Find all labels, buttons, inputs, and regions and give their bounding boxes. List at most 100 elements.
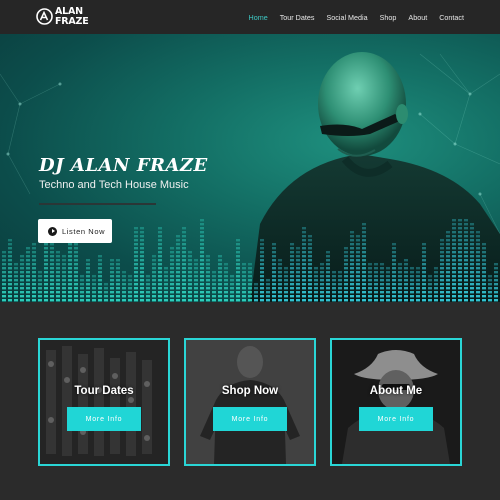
hero-title: DJ ALAN FRAZE — [39, 155, 208, 176]
equalizer-segment — [332, 279, 336, 282]
equalizer-segment — [410, 291, 414, 294]
equalizer-segment — [200, 267, 204, 270]
equalizer-segment — [86, 267, 90, 270]
equalizer-segment — [74, 295, 78, 298]
equalizer-segment — [458, 239, 462, 242]
equalizer-segment — [434, 295, 438, 298]
equalizer-segment — [200, 219, 204, 222]
equalizer-segment — [452, 283, 456, 286]
equalizer-segment — [236, 263, 240, 266]
equalizer-segment — [200, 291, 204, 294]
equalizer-segment — [68, 271, 72, 274]
equalizer-segment — [80, 275, 84, 278]
equalizer-segment — [26, 295, 30, 298]
equalizer-segment — [44, 259, 48, 262]
nav-item-contact[interactable]: Contact — [439, 13, 464, 22]
equalizer-segment — [26, 255, 30, 258]
equalizer-segment — [296, 247, 300, 250]
equalizer-segment — [140, 283, 144, 286]
equalizer-segment — [446, 231, 450, 234]
nav-item-shop[interactable]: Shop — [380, 13, 397, 22]
equalizer-segment — [464, 259, 468, 262]
equalizer-segment — [74, 243, 78, 246]
equalizer-segment — [32, 267, 36, 270]
equalizer-segment — [260, 283, 264, 286]
equalizer-segment — [146, 291, 150, 294]
equalizer-segment — [152, 295, 156, 298]
equalizer-segment — [62, 271, 66, 274]
equalizer-segment — [470, 227, 474, 230]
equalizer-segment — [296, 275, 300, 278]
equalizer-segment — [236, 247, 240, 250]
site-logo[interactable]: ALAN FRAZE — [36, 6, 89, 28]
equalizer-segment — [482, 251, 486, 254]
shop-now-more-info-button[interactable]: More Info — [213, 407, 287, 431]
equalizer-segment — [164, 295, 168, 298]
equalizer-segment — [86, 263, 90, 266]
equalizer-segment — [254, 291, 258, 294]
equalizer-segment — [470, 223, 474, 226]
play-circle-icon — [48, 226, 57, 236]
equalizer-segment — [260, 287, 264, 290]
equalizer-segment — [164, 291, 168, 294]
equalizer-segment — [68, 287, 72, 290]
equalizer-segment — [278, 279, 282, 282]
equalizer-segment — [32, 251, 36, 254]
equalizer-segment — [272, 287, 276, 290]
equalizer-segment — [350, 267, 354, 270]
equalizer-segment — [2, 255, 6, 258]
equalizer-segment — [92, 291, 96, 294]
equalizer-segment — [398, 275, 402, 278]
equalizer-segment — [308, 247, 312, 250]
about-me-more-info-button[interactable]: More Info — [359, 407, 433, 431]
nav-item-home[interactable]: Home — [249, 13, 268, 22]
equalizer-segment — [362, 259, 366, 262]
card-about-me[interactable]: About Me More Info — [330, 338, 462, 466]
equalizer-segment — [206, 283, 210, 286]
equalizer-segment — [344, 299, 348, 302]
equalizer-segment — [62, 275, 66, 278]
equalizer-segment — [32, 255, 36, 258]
tour-dates-more-info-button[interactable]: More Info — [67, 407, 141, 431]
card-tour-dates[interactable]: Tour Dates More Info — [38, 338, 170, 466]
equalizer-segment — [26, 259, 30, 262]
equalizer-segment — [32, 263, 36, 266]
equalizer-segment — [188, 267, 192, 270]
equalizer-segment — [104, 283, 108, 286]
equalizer-segment — [488, 283, 492, 286]
equalizer-segment — [308, 243, 312, 246]
nav-item-social-media[interactable]: Social Media — [326, 13, 367, 22]
equalizer-segment — [350, 239, 354, 242]
nav-item-tour-dates[interactable]: Tour Dates — [280, 13, 315, 22]
equalizer-segment — [290, 271, 294, 274]
equalizer-segment — [200, 235, 204, 238]
equalizer-segment — [200, 275, 204, 278]
equalizer-segment — [218, 291, 222, 294]
equalizer-segment — [218, 279, 222, 282]
equalizer-segment — [254, 299, 258, 302]
nav-item-about[interactable]: About — [408, 13, 427, 22]
equalizer-segment — [350, 247, 354, 250]
equalizer-segment — [434, 275, 438, 278]
equalizer-segment — [56, 299, 60, 302]
equalizer-segment — [26, 247, 30, 250]
equalizer-segment — [272, 271, 276, 274]
equalizer-segment — [290, 291, 294, 294]
equalizer-segment — [86, 271, 90, 274]
equalizer-segment — [464, 275, 468, 278]
equalizer-segment — [308, 271, 312, 274]
equalizer-segment — [44, 247, 48, 250]
equalizer-segment — [236, 279, 240, 282]
listen-now-button[interactable]: Listen Now — [38, 219, 112, 243]
equalizer-segment — [182, 283, 186, 286]
equalizer-segment — [284, 299, 288, 302]
equalizer-segment — [290, 247, 294, 250]
equalizer-segment — [422, 291, 426, 294]
equalizer-segment — [452, 235, 456, 238]
equalizer-segment — [32, 287, 36, 290]
equalizer-segment — [116, 259, 120, 262]
card-shop-now[interactable]: Shop Now More Info — [184, 338, 316, 466]
logo-line-2: FRAZE — [55, 16, 89, 27]
equalizer-segment — [422, 287, 426, 290]
equalizer-segment — [458, 251, 462, 254]
